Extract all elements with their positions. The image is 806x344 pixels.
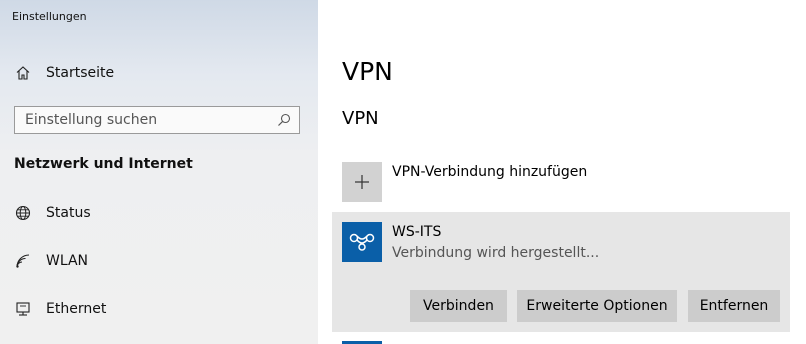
ethernet-icon xyxy=(14,300,32,318)
vpn-connection-name: WS-ITS xyxy=(392,224,442,240)
wifi-icon xyxy=(14,252,32,270)
vpn-connection-status: Verbindung wird hergestellt... xyxy=(392,245,600,261)
sidebar: Einstellungen Startseite Einstellung suc… xyxy=(0,0,318,344)
add-vpn-connection-button[interactable]: VPN-Verbindung hinzufügen xyxy=(342,162,587,202)
globe-icon xyxy=(14,204,32,222)
section-heading: VPN xyxy=(342,108,379,129)
remove-button[interactable]: Entfernen xyxy=(688,290,780,322)
sidebar-item-label: Startseite xyxy=(46,65,115,81)
sidebar-item-label: WLAN xyxy=(46,253,89,269)
search-icon[interactable] xyxy=(277,113,291,127)
plus-icon xyxy=(342,162,382,202)
add-vpn-label: VPN-Verbindung hinzufügen xyxy=(392,164,588,180)
home-icon xyxy=(14,64,32,82)
page-title: VPN xyxy=(342,57,393,86)
sidebar-item-status[interactable]: Status xyxy=(14,201,91,225)
sidebar-item-ethernet[interactable]: Ethernet xyxy=(14,297,106,321)
connect-button[interactable]: Verbinden xyxy=(410,290,507,322)
sidebar-item-wlan[interactable]: WLAN xyxy=(14,249,88,273)
sidebar-section-heading: Netzwerk und Internet xyxy=(14,156,193,172)
window-title: Einstellungen xyxy=(12,10,87,23)
sidebar-item-home[interactable]: Startseite xyxy=(14,61,114,85)
advanced-options-button[interactable]: Erweiterte Optionen xyxy=(517,290,677,322)
search-placeholder: Einstellung suchen xyxy=(25,112,158,128)
sidebar-item-label: Status xyxy=(46,205,91,221)
vpn-connection-card[interactable]: WS-ITS Verbindung wird hergestellt... Ve… xyxy=(332,212,790,332)
vpn-icon xyxy=(342,222,382,262)
search-input[interactable]: Einstellung suchen xyxy=(14,106,300,134)
sidebar-item-label: Ethernet xyxy=(46,301,107,317)
